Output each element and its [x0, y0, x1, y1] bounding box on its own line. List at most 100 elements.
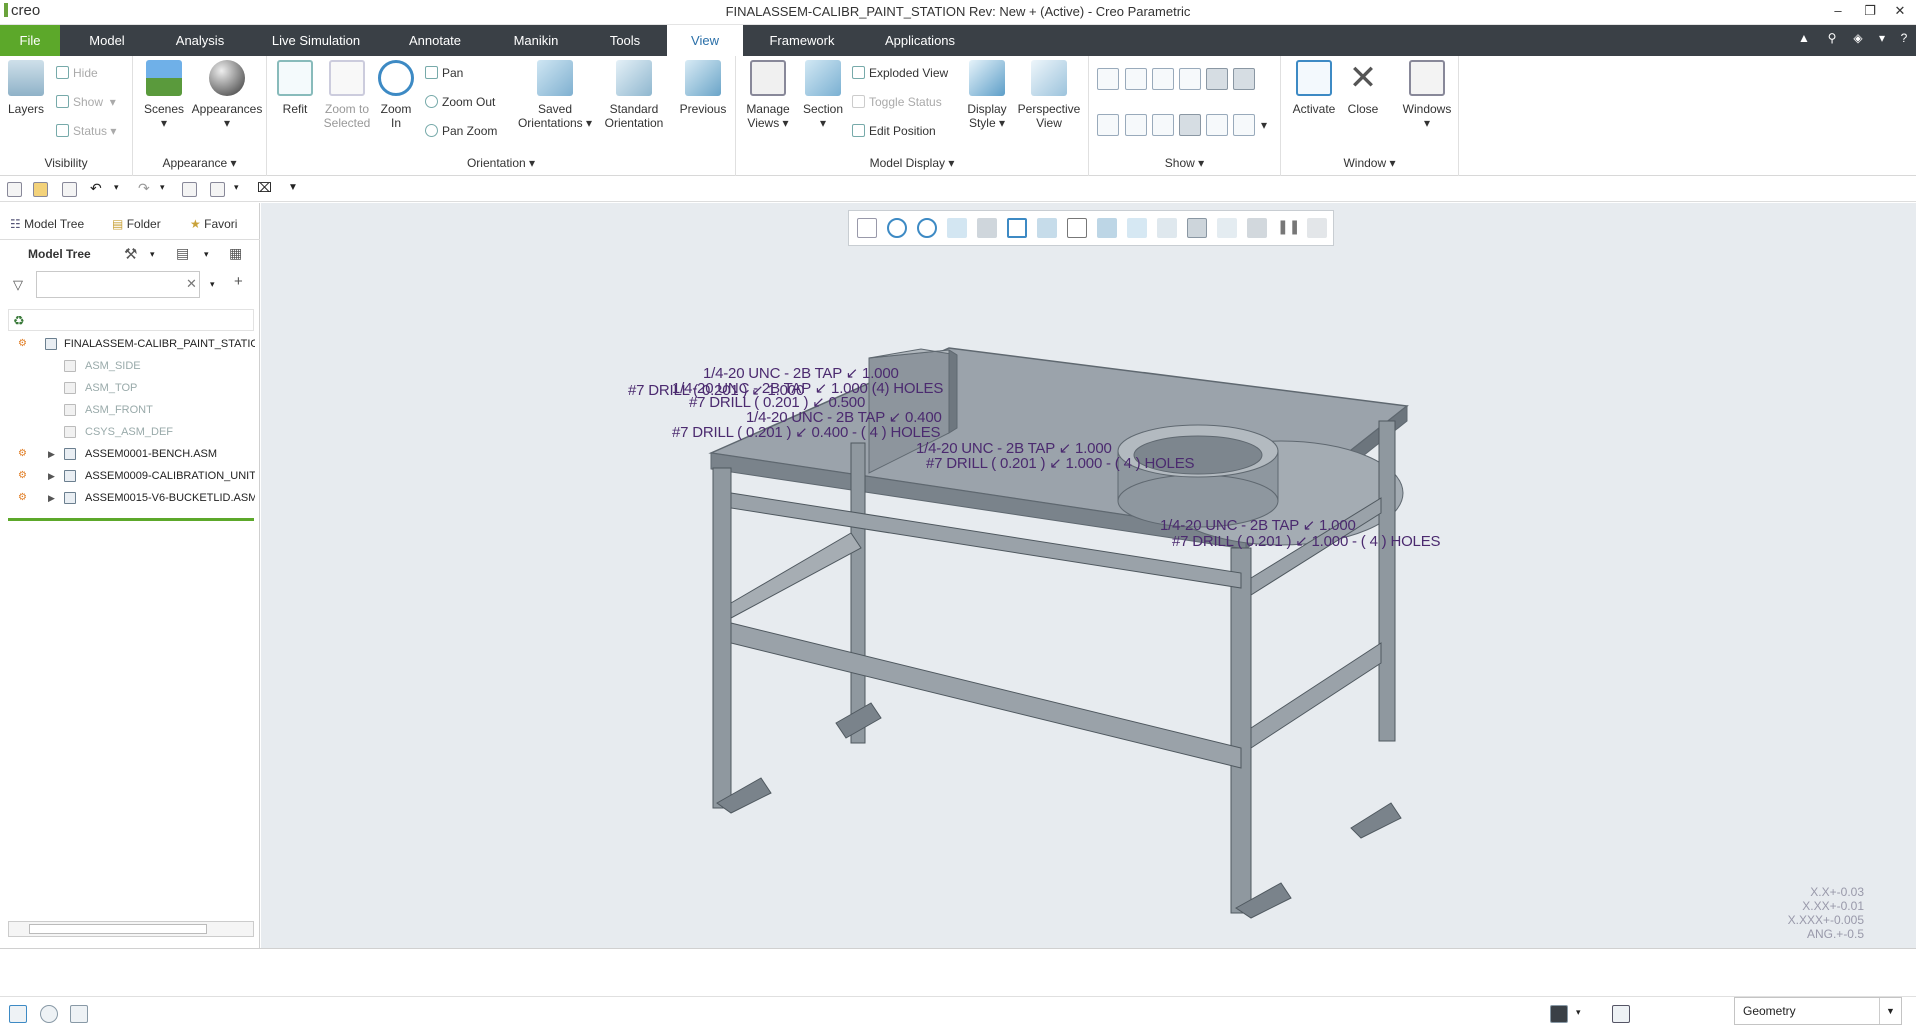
- appearances-button[interactable]: Appearances ▾: [189, 60, 265, 130]
- redo-dropdown-icon[interactable]: ▾: [160, 182, 175, 197]
- show-group-label[interactable]: Show ▾: [1089, 156, 1280, 170]
- plane-display-icon[interactable]: [1097, 68, 1119, 90]
- expand-icon[interactable]: ▶: [48, 465, 55, 487]
- axis-display-icon[interactable]: [1157, 218, 1177, 238]
- pause-icon[interactable]: ❚❚: [1277, 218, 1300, 238]
- close-window-qat-icon[interactable]: ⌧: [257, 180, 272, 195]
- minimize-icon[interactable]: –: [1826, 3, 1850, 18]
- spin-center-icon[interactable]: [1179, 114, 1201, 136]
- tab-analysis[interactable]: Analysis: [166, 25, 234, 56]
- tree-columns-icon[interactable]: ▦: [229, 245, 242, 262]
- windows-dropdown-icon[interactable]: ▾: [234, 182, 249, 197]
- scrollbar-thumb[interactable]: [29, 924, 207, 934]
- customize-qat-icon[interactable]: ▼: [288, 182, 303, 197]
- dropdown-icon[interactable]: ▾: [1873, 31, 1891, 45]
- selection-filter-dropdown[interactable]: Geometry ▼: [1734, 997, 1902, 1025]
- annotation-drill-5[interactable]: #7 DRILL ( 0.201 ) ↙ 1.000 - ( 4 ) HOLES: [1172, 532, 1441, 550]
- tree-item-bucketlid[interactable]: ⚙ ▶ ASSEM0015-V6-BUCKETLID.ASM: [0, 487, 255, 509]
- show-browser-icon[interactable]: [40, 1005, 58, 1023]
- section-icon[interactable]: [1097, 218, 1117, 238]
- zoom-out-icon[interactable]: [917, 218, 937, 238]
- status-button[interactable]: Status ▾: [56, 122, 116, 140]
- tree-settings-icon[interactable]: ⚒: [124, 245, 137, 263]
- tab-live-simulation[interactable]: Live Simulation: [264, 25, 368, 56]
- view-manager-icon[interactable]: [1037, 218, 1057, 238]
- find-icon[interactable]: [1550, 1005, 1568, 1023]
- annotation-display-icon[interactable]: [1247, 218, 1267, 238]
- refit-icon[interactable]: [857, 218, 877, 238]
- tree-item-asm-side[interactable]: ASM_SIDE: [0, 355, 255, 377]
- selection-buffer-icon[interactable]: [1612, 1005, 1630, 1023]
- tree-settings-dropdown[interactable]: ▾: [150, 249, 155, 260]
- tab-view[interactable]: View: [667, 25, 743, 56]
- zoom-out-button[interactable]: Zoom Out: [425, 93, 495, 111]
- refit-button[interactable]: Refit: [275, 60, 315, 116]
- window-group-label[interactable]: Window ▾: [1281, 156, 1458, 170]
- show-more-dropdown[interactable]: ▾: [1261, 116, 1267, 134]
- edit-position-button[interactable]: Edit Position: [852, 122, 936, 140]
- activate-button[interactable]: Activate: [1289, 60, 1339, 116]
- tree-search-input[interactable]: [36, 271, 200, 298]
- annotation-drill-4[interactable]: #7 DRILL ( 0.201 ) ↙ 1.000 - ( 4 ) HOLES: [926, 454, 1195, 472]
- display-style-icon[interactable]: [977, 218, 997, 238]
- show-options-dropdown[interactable]: ▾: [204, 249, 209, 260]
- insert-here-marker[interactable]: [8, 518, 254, 521]
- layers-button[interactable]: Layers: [4, 60, 48, 116]
- close-button[interactable]: ✕ Close: [1341, 60, 1385, 116]
- tree-item-asm-top[interactable]: ASM_TOP: [0, 377, 255, 399]
- repaint-icon[interactable]: [947, 218, 967, 238]
- tree-item-csys[interactable]: CSYS_ASM_DEF: [0, 421, 255, 443]
- axis-tag-display-icon[interactable]: [1125, 114, 1147, 136]
- expand-icon[interactable]: ▶: [48, 443, 55, 465]
- axis-display-icon[interactable]: [1097, 114, 1119, 136]
- csys-display-icon[interactable]: [1187, 218, 1207, 238]
- scenes-button[interactable]: Scenes ▾: [139, 60, 189, 130]
- zoom-in-button[interactable]: Zoom In: [375, 60, 417, 130]
- curve-display-icon[interactable]: [1233, 114, 1255, 136]
- ptc-options-icon[interactable]: ◈: [1849, 31, 1867, 45]
- find-dropdown-icon[interactable]: ▾: [1576, 1007, 1581, 1018]
- orientation-group-label[interactable]: Orientation ▾: [267, 156, 735, 170]
- show-navigator-icon[interactable]: [9, 1005, 27, 1023]
- point-tag-display-icon[interactable]: [1179, 68, 1201, 90]
- horizontal-scrollbar[interactable]: [8, 921, 254, 937]
- tab-tools[interactable]: Tools: [600, 25, 650, 56]
- expand-icon[interactable]: ▶: [48, 487, 55, 509]
- toggle-status-button[interactable]: Toggle Status: [852, 93, 942, 111]
- add-filter-icon[interactable]: +: [234, 273, 243, 290]
- full-screen-icon[interactable]: [70, 1005, 88, 1023]
- zoom-to-selected-button[interactable]: Zoom to Selected: [319, 60, 375, 130]
- tab-model[interactable]: Model: [78, 25, 136, 56]
- open-file-icon[interactable]: [33, 182, 48, 197]
- search-dropdown-icon[interactable]: ▾: [210, 279, 215, 290]
- save-icon[interactable]: [62, 182, 77, 197]
- previous-button[interactable]: Previous: [675, 60, 731, 116]
- standard-orientation-button[interactable]: Standard Orientation: [595, 60, 673, 130]
- filter-icon[interactable]: ▽: [13, 277, 23, 293]
- display-style-button[interactable]: Display Style ▾: [962, 60, 1012, 130]
- point-display-icon[interactable]: [1152, 68, 1174, 90]
- pan-zoom-button[interactable]: Pan Zoom: [425, 122, 497, 140]
- saved-orientations-button[interactable]: Saved Orientations ▾: [517, 60, 593, 130]
- 3d-notes-icon[interactable]: [1206, 114, 1228, 136]
- manage-views-button[interactable]: Manage Views ▾: [740, 60, 796, 130]
- graphics-window[interactable]: 1/4-20 UNC - 2B TAP ↙ 1.000 1/4-20 UNC -…: [261, 203, 1916, 948]
- windows-switch-icon[interactable]: [210, 182, 225, 197]
- tree-item-root[interactable]: ⚙ FINALASSEM-CALIBR_PAINT_STATION.A: [0, 333, 255, 355]
- tree-item-calibration-unit[interactable]: ⚙ ▶ ASSEM0009-CALIBRATION_UNIT: [0, 465, 255, 487]
- perspective-view-button[interactable]: Perspective View: [1014, 60, 1084, 130]
- spin-center-icon[interactable]: [1217, 218, 1237, 238]
- show-button[interactable]: Show ▾: [56, 93, 116, 111]
- annotation-drill-3[interactable]: #7 DRILL ( 0.201 ) ↙ 0.400 - ( 4 ) HOLES: [672, 423, 941, 441]
- windows-button[interactable]: Windows ▾: [1399, 60, 1455, 130]
- collapse-ribbon-icon[interactable]: ▲: [1795, 31, 1813, 45]
- help-icon[interactable]: ?: [1895, 31, 1913, 45]
- tab-manikin[interactable]: Manikin: [502, 25, 570, 56]
- clear-search-icon[interactable]: ✕: [186, 276, 197, 292]
- search-icon[interactable]: ⚲: [1823, 31, 1841, 45]
- new-file-icon[interactable]: [7, 182, 22, 197]
- model-display-group-label[interactable]: Model Display ▾: [736, 156, 1088, 170]
- perspective-icon[interactable]: [1067, 218, 1087, 238]
- csys-display-icon[interactable]: [1206, 68, 1228, 90]
- tab-annotate[interactable]: Annotate: [398, 25, 472, 56]
